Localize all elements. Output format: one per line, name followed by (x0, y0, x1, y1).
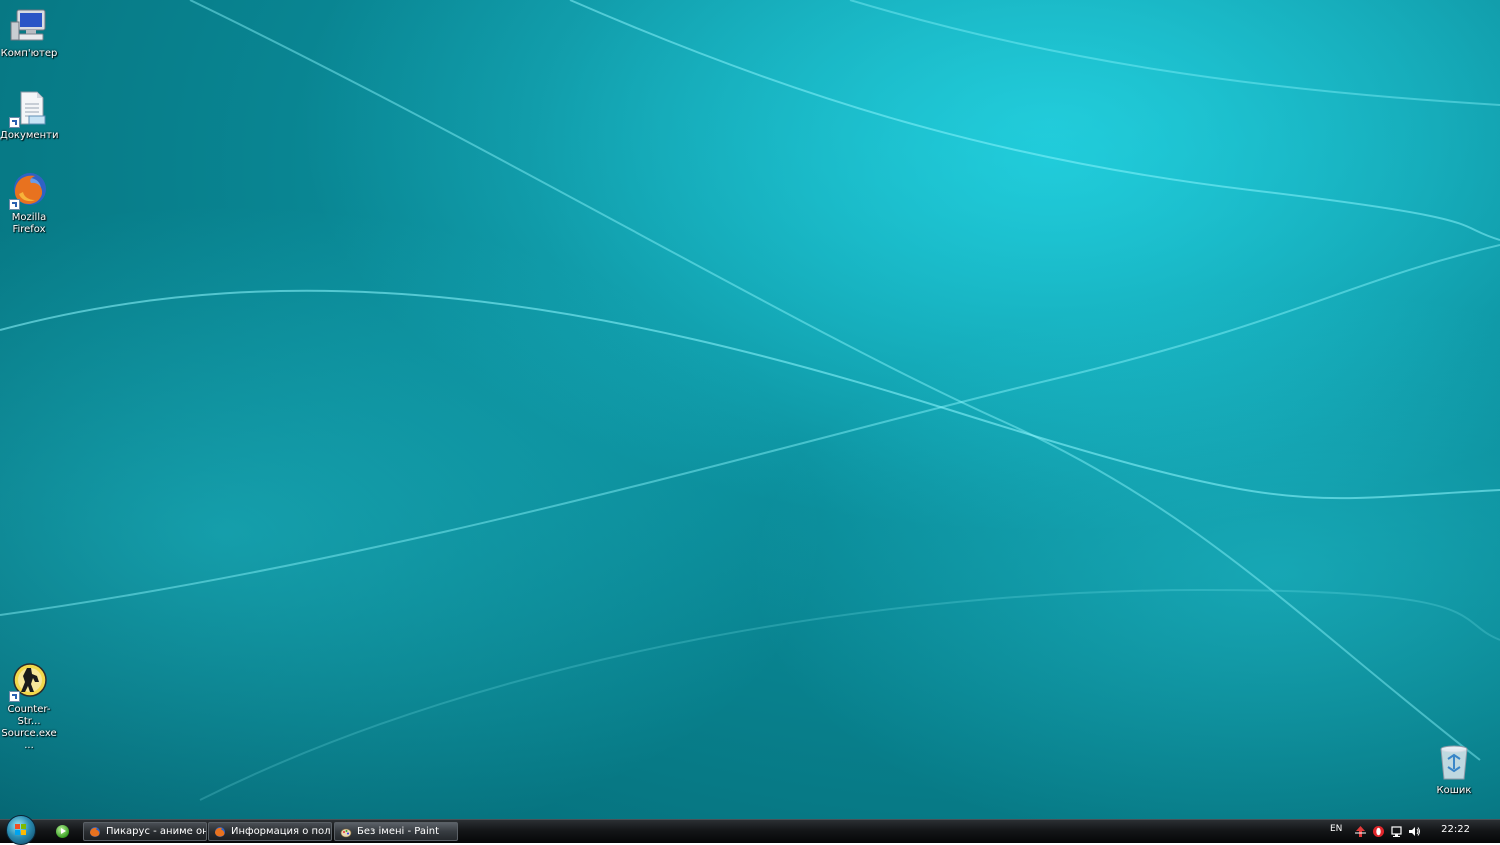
documents-icon (9, 88, 49, 128)
desktop-icon-documents[interactable]: Документи (0, 88, 58, 142)
firefox-icon (9, 170, 49, 210)
network-arrows-icon[interactable] (1354, 825, 1367, 838)
taskbar-button-firefox-pikarus[interactable]: Пикарус - аниме он... (83, 822, 207, 841)
recycle-bin-icon (1434, 743, 1474, 783)
shortcut-arrow-icon (9, 691, 20, 702)
desktop-icon-label: Документи (0, 130, 59, 141)
taskbar: Пикарус - аниме он... Информация о пол..… (0, 815, 1500, 845)
desktop[interactable]: Комп'ютер Документи Mozilla Firefox Coun… (0, 0, 1500, 819)
firefox-icon (214, 826, 226, 838)
desktop-icon-computer[interactable]: Комп'ютер (0, 6, 58, 60)
language-indicator[interactable]: EN (1330, 824, 1342, 834)
windows-start-orb-icon (15, 824, 27, 836)
desktop-icon-label: Кошик (1436, 785, 1472, 796)
shortcut-arrow-icon (9, 117, 20, 128)
taskbar-button-paint[interactable]: Без імені - Paint (334, 822, 458, 841)
start-button[interactable] (6, 815, 36, 845)
desktop-icon-recycle-bin[interactable]: Кошик (1425, 743, 1483, 797)
desktop-icon-label: Mozilla Firefox (11, 212, 47, 235)
computer-icon (9, 6, 49, 46)
volume-icon[interactable] (1408, 825, 1421, 838)
desktop-icon-counter-strike[interactable]: Counter-Str... Source.exe ... (0, 662, 58, 752)
counter-strike-icon (9, 662, 49, 702)
opera-icon[interactable] (1372, 825, 1385, 838)
taskbar-button-firefox-info[interactable]: Информация о пол... (208, 822, 332, 841)
system-tray: EN 22:22 (1320, 820, 1500, 843)
firefox-icon (89, 826, 101, 838)
wallpaper (0, 0, 1500, 819)
desktop-icon-label: Counter-Str... Source.exe ... (1, 704, 57, 751)
paint-icon (340, 826, 352, 838)
shortcut-arrow-icon (9, 199, 20, 210)
network-monitor-icon[interactable] (1390, 825, 1403, 838)
desktop-icon-label: Комп'ютер (0, 48, 58, 59)
taskbar-button-label: Без імені - Paint (357, 826, 440, 837)
taskbar-button-label: Информация о пол... (231, 826, 332, 837)
desktop-icon-firefox[interactable]: Mozilla Firefox (0, 170, 58, 236)
taskbar-button-label: Пикарус - аниме он... (106, 826, 207, 837)
media-play-icon[interactable] (56, 825, 69, 838)
clock[interactable]: 22:22 (1441, 824, 1470, 835)
